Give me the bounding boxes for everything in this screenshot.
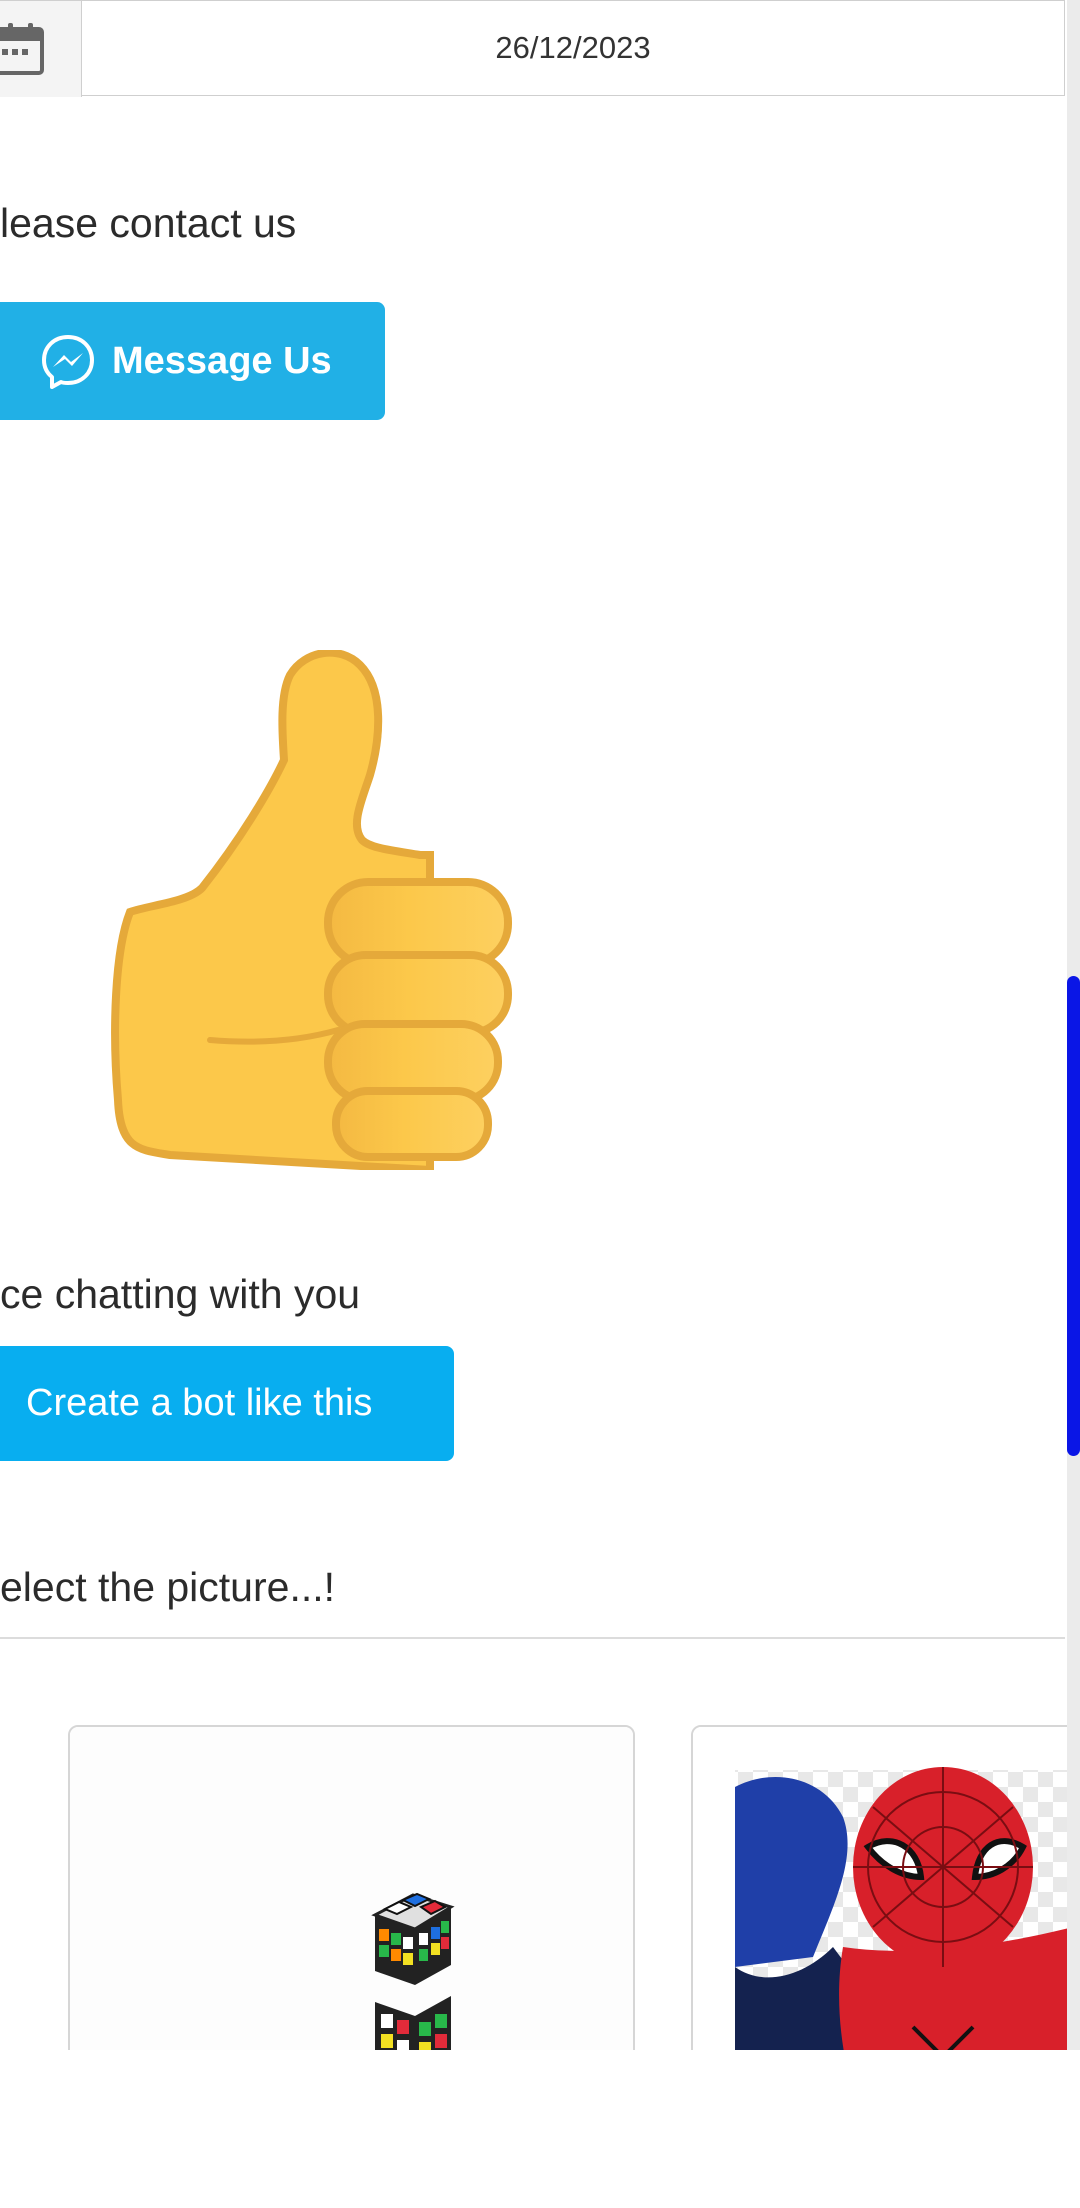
messenger-icon bbox=[42, 335, 94, 389]
scrollbar-thumb[interactable] bbox=[1067, 976, 1080, 1456]
contact-us-text: lease contact us bbox=[0, 200, 297, 246]
chatting-text: ce chatting with you bbox=[0, 1271, 361, 1317]
thumbs-up-image bbox=[111, 650, 512, 1170]
calendar-icon bbox=[0, 23, 44, 75]
rubiks-cube-image bbox=[70, 1727, 633, 2050]
calendar-button[interactable] bbox=[0, 1, 82, 97]
picture-card-rubiks[interactable] bbox=[68, 1725, 635, 2050]
date-input-row[interactable]: 26/12/2023 bbox=[0, 0, 1065, 97]
divider bbox=[0, 1637, 1065, 1639]
picture-card-spiderman[interactable] bbox=[691, 1725, 1067, 2050]
create-bot-button[interactable]: Create a bot like this bbox=[0, 1346, 454, 1461]
select-picture-text: elect the picture...! bbox=[0, 1564, 336, 1610]
message-us-label: Message Us bbox=[112, 339, 332, 382]
chat-viewport: 26/12/2023 lease contact us Message Us c… bbox=[0, 0, 1067, 2050]
message-us-button[interactable]: Message Us bbox=[0, 302, 385, 420]
date-value[interactable]: 26/12/2023 bbox=[82, 1, 1064, 97]
bottom-blank-area bbox=[0, 2050, 1080, 2208]
spiderman-image bbox=[693, 1727, 1067, 2050]
create-bot-label: Create a bot like this bbox=[26, 1382, 373, 1424]
